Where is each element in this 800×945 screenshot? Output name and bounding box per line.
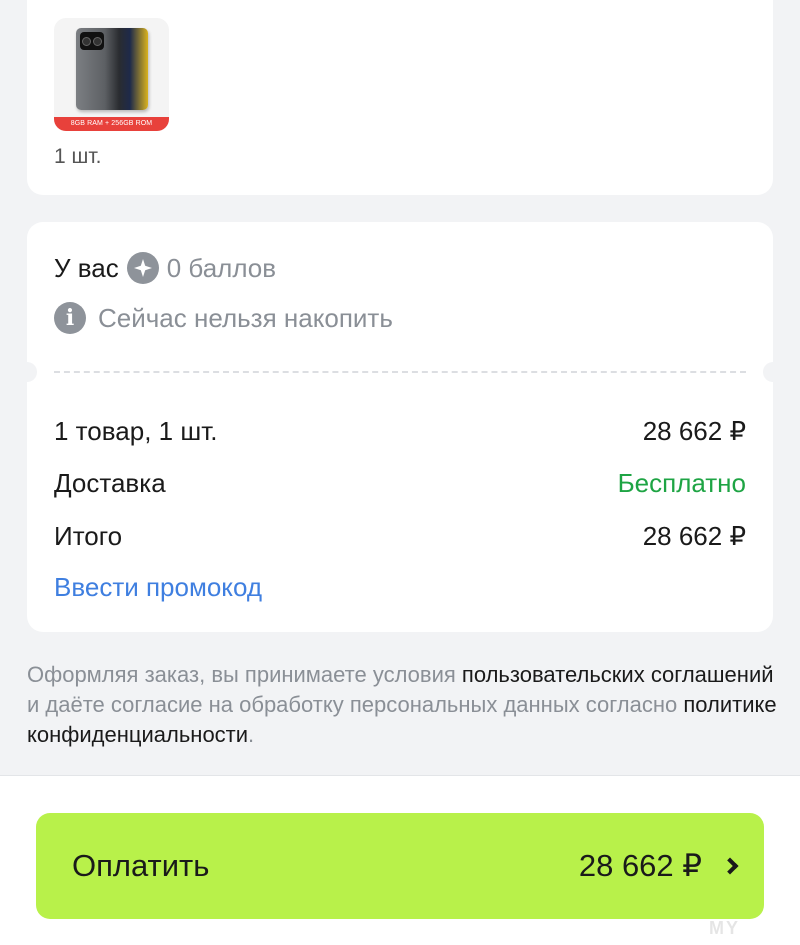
points-prefix: У вас bbox=[54, 252, 119, 283]
items-label: 1 товар, 1 шт. bbox=[54, 416, 218, 446]
chevron-right-icon bbox=[721, 857, 739, 875]
dashed-divider bbox=[54, 371, 746, 373]
points-value: 0 баллов bbox=[166, 252, 277, 283]
pay-button-label: Оплатить bbox=[72, 848, 210, 883]
product-quantity: 1 шт. bbox=[54, 145, 102, 168]
promo-code-link[interactable]: Ввести промокод bbox=[54, 572, 262, 603]
points-balance: У вас 0 баллов bbox=[54, 252, 276, 284]
legal-text-3: . bbox=[248, 722, 255, 747]
total-label: Итого bbox=[54, 521, 123, 551]
summary-delivery-row: Доставка Бесплатно bbox=[54, 468, 746, 499]
product-spec-badge: 8GB RAM + 256GB ROM bbox=[54, 117, 169, 131]
total-value: 28 662 ₽ bbox=[642, 521, 746, 551]
summary-items-row: 1 товар, 1 шт. 28 662 ₽ bbox=[54, 416, 746, 447]
product-image[interactable]: 8GB RAM + 256GB ROM bbox=[54, 18, 169, 131]
pay-button-amount-group: 28 662 ₽ bbox=[578, 848, 739, 884]
summary-total-row: Итого 28 662 ₽ bbox=[54, 521, 746, 552]
order-summary-card: У вас 0 баллов i Сейчас нельзя накопить … bbox=[17, 222, 783, 632]
watermark: MY bbox=[709, 918, 740, 938]
legal-consent-text: Оформляя заказ, вы принимаете условия по… bbox=[27, 660, 777, 750]
points-star-icon bbox=[126, 252, 159, 284]
info-icon: i bbox=[54, 302, 86, 334]
delivery-label: Доставка bbox=[54, 468, 166, 498]
legal-text-1: Оформляя заказ, вы принимаете условия bbox=[27, 662, 462, 687]
legal-text-2: и даёте согласие на обработку персональн… bbox=[27, 692, 684, 717]
ticket-notch-left bbox=[17, 362, 37, 382]
points-notice-text: Сейчас нельзя накопить bbox=[98, 302, 393, 333]
camera-module-icon bbox=[80, 32, 104, 50]
pay-button-amount: 28 662 ₽ bbox=[578, 848, 702, 883]
product-card: 8GB RAM + 256GB ROM 1 шт. bbox=[27, 0, 773, 195]
phone-picture bbox=[76, 28, 148, 110]
points-notice: i Сейчас нельзя накопить bbox=[54, 302, 393, 334]
delivery-value: Бесплатно bbox=[617, 468, 746, 498]
pay-button[interactable]: Оплатить 28 662 ₽ bbox=[36, 813, 764, 919]
items-value: 28 662 ₽ bbox=[642, 416, 746, 446]
user-agreement-link[interactable]: пользовательских соглашений bbox=[462, 662, 774, 687]
bottom-pay-bar: Оплатить 28 662 ₽ MY bbox=[0, 775, 800, 945]
checkout-page: 8GB RAM + 256GB ROM 1 шт. У вас 0 баллов… bbox=[0, 0, 800, 945]
ticket-notch-right bbox=[763, 362, 783, 382]
